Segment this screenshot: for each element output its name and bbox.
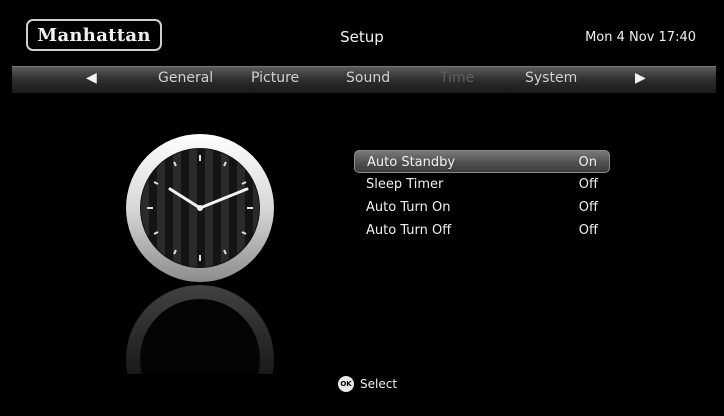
menu-item-label: Sleep Timer <box>366 177 444 192</box>
menu-item-sleep-timer[interactable]: Sleep Timer Off <box>354 173 610 196</box>
date-time: Mon 4 Nov 17:40 <box>585 30 696 45</box>
tab-bar: ◀ General Picture Sound Time System ▶ <box>12 66 716 93</box>
menu-item-auto-turn-off[interactable]: Auto Turn Off Off <box>354 219 610 242</box>
tab-time[interactable]: Time <box>440 70 474 86</box>
select-label: Select <box>360 377 398 391</box>
ok-button-icon: OK <box>338 376 354 392</box>
menu-item-auto-turn-on[interactable]: Auto Turn On Off <box>354 196 610 219</box>
select-hint: OK Select <box>338 376 397 392</box>
menu-item-value: On <box>578 155 597 170</box>
menu-item-value: Off <box>578 223 598 238</box>
menu-item-label: Auto Turn On <box>366 200 451 215</box>
tab-picture[interactable]: Picture <box>251 70 299 86</box>
menu-item-label: Auto Standby <box>367 155 456 170</box>
menu-item-auto-standby[interactable]: Auto Standby On <box>354 150 610 173</box>
tab-sound[interactable]: Sound <box>346 70 390 86</box>
menu-item-label: Auto Turn Off <box>366 223 452 238</box>
tab-system[interactable]: System <box>525 70 577 86</box>
clock-reflection <box>125 284 275 374</box>
menu-item-value: Off <box>578 200 598 215</box>
menu-item-value: Off <box>578 177 598 192</box>
tab-right-arrow-icon[interactable]: ▶ <box>635 70 646 86</box>
tab-general[interactable]: General <box>158 70 213 86</box>
time-settings-menu: Auto Standby On Sleep Timer Off Auto Tur… <box>354 150 610 242</box>
analog-clock-icon <box>125 133 275 283</box>
tab-left-arrow-icon[interactable]: ◀ <box>86 70 97 86</box>
